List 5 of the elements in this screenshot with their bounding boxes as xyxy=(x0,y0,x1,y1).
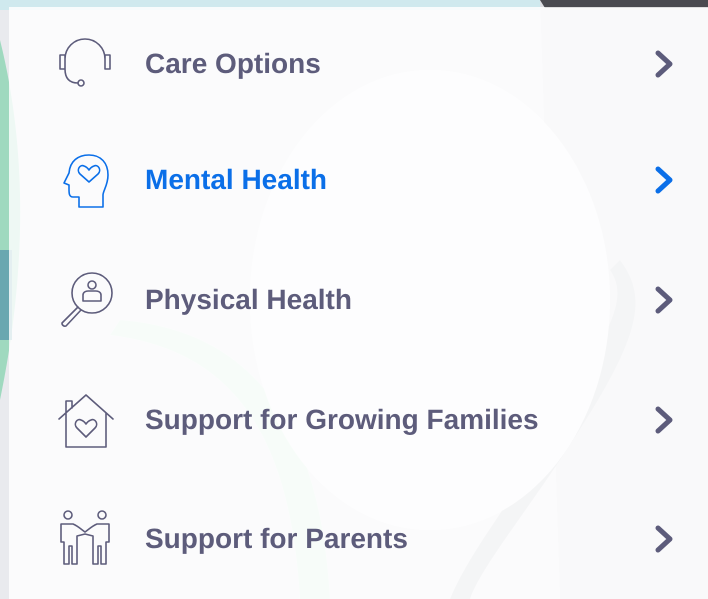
menu-item[interactable]: Support for Parents xyxy=(9,479,708,599)
menu-item[interactable]: Care Options xyxy=(9,7,708,121)
menu-item[interactable]: Mental Health xyxy=(9,120,708,240)
menu-item[interactable]: Physical Health xyxy=(9,240,708,360)
menu-item[interactable]: Support for Growing Families xyxy=(9,360,708,480)
